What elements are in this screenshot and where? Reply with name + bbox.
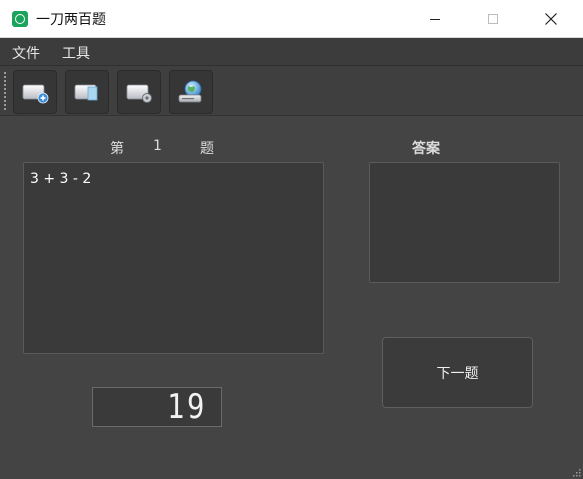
next-question-button[interactable]: 下一题: [382, 337, 533, 408]
toolbar-button-settings[interactable]: [117, 70, 161, 114]
toolbar-button-new[interactable]: [13, 70, 57, 114]
question-prefix: 第: [110, 141, 124, 157]
answer-input[interactable]: [369, 162, 560, 283]
globe-network-icon: [178, 80, 202, 103]
document-icon: [74, 84, 98, 101]
app-icon: [12, 11, 28, 27]
question-counter-lcd: 19: [92, 387, 222, 427]
toolbar-button-network[interactable]: [169, 70, 213, 114]
question-text: 3 + 3 - 2: [30, 171, 92, 187]
menu-file[interactable]: 文件: [12, 43, 40, 63]
window-title: 一刀两百题: [36, 12, 106, 28]
title-bar: 一刀两百题: [0, 0, 583, 38]
minimize-icon: [430, 18, 440, 20]
maximize-button[interactable]: [470, 0, 516, 38]
maximize-icon: [488, 14, 498, 24]
question-number: 1: [153, 138, 162, 154]
minimize-button[interactable]: [412, 0, 458, 38]
question-textbox[interactable]: 3 + 3 - 2: [23, 162, 324, 354]
question-suffix: 题: [200, 141, 214, 157]
close-button[interactable]: [528, 0, 574, 38]
counter-digits: 19: [167, 387, 207, 427]
menu-tools[interactable]: 工具: [62, 43, 90, 63]
settings-gear-icon: [126, 84, 152, 103]
toolbar-button-document[interactable]: [65, 70, 109, 114]
close-icon: [545, 13, 557, 25]
menu-bar: 文件 工具: [0, 38, 583, 66]
toolbar: [0, 66, 583, 116]
new-add-icon: [22, 84, 49, 104]
toolbar-grip[interactable]: [4, 72, 6, 110]
answer-label: 答案: [412, 141, 440, 157]
resize-grip-icon[interactable]: [573, 469, 581, 477]
